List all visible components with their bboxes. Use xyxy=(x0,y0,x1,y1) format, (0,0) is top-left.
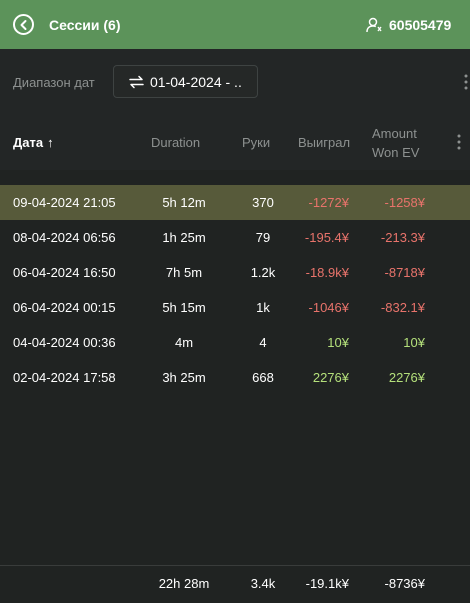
column-header-hands[interactable]: Руки xyxy=(242,135,270,150)
column-header-date-label: Дата xyxy=(13,135,44,150)
column-header-amount-won-ev-line1: Amount xyxy=(372,126,417,141)
cell-hands: 1k xyxy=(256,300,270,315)
cell-won: 2276¥ xyxy=(312,370,349,385)
cell-date: 04-04-2024 00:36 xyxy=(13,335,116,350)
cell-won: -1272¥ xyxy=(308,195,349,210)
total-duration: 22h 28m xyxy=(158,576,210,591)
cell-duration: 3h 25m xyxy=(162,370,206,385)
cell-amount-won-ev: -213.3¥ xyxy=(380,230,425,245)
cell-duration: 1h 25m xyxy=(162,230,206,245)
user-id: 60505479 xyxy=(389,17,452,33)
swap-arrows-icon xyxy=(129,75,144,89)
column-header-amount-won-ev[interactable]: Amount Won EV xyxy=(372,124,419,162)
total-won: -19.1k¥ xyxy=(305,576,349,591)
total-hands: 3.4k xyxy=(250,576,276,591)
column-header-date[interactable]: Дата ↑ xyxy=(13,135,54,150)
cell-won: -195.4¥ xyxy=(304,230,349,245)
cell-hands: 668 xyxy=(252,370,274,385)
table-row[interactable]: 04-04-2024 00:36 4m 4 10¥ 10¥ xyxy=(0,325,470,360)
cell-date: 06-04-2024 16:50 xyxy=(13,265,116,280)
cell-amount-won-ev: 2276¥ xyxy=(388,370,425,385)
column-menu-icon[interactable] xyxy=(455,132,463,152)
column-header-duration[interactable]: Duration xyxy=(151,135,200,150)
cell-amount-won-ev: 10¥ xyxy=(403,335,425,350)
cell-won: -1046¥ xyxy=(308,300,349,315)
page-title: Сессии (6) xyxy=(49,17,121,33)
filter-more-icon[interactable] xyxy=(462,72,470,92)
total-amount-won-ev: -8736¥ xyxy=(384,576,425,591)
cell-date: 08-04-2024 06:56 xyxy=(13,230,116,245)
sort-up-icon: ↑ xyxy=(47,135,54,150)
cell-date: 09-04-2024 21:05 xyxy=(13,195,116,210)
cell-amount-won-ev: -1258¥ xyxy=(384,195,425,210)
cell-hands: 370 xyxy=(252,195,274,210)
cell-hands: 79 xyxy=(255,230,271,245)
cell-amount-won-ev: -832.1¥ xyxy=(380,300,425,315)
cell-hands: 1.2k xyxy=(250,265,276,280)
cell-duration: 4m xyxy=(174,335,194,350)
date-range-button[interactable]: 01-04-2024 - .. xyxy=(113,65,258,98)
cell-duration: 5h 12m xyxy=(162,195,206,210)
cell-won: 10¥ xyxy=(327,335,349,350)
table-row[interactable]: 08-04-2024 06:56 1h 25m 79 -195.4¥ -213.… xyxy=(0,220,470,255)
table-row[interactable]: 02-04-2024 17:58 3h 25m 668 2276¥ 2276¥ xyxy=(0,360,470,395)
cell-date: 02-04-2024 17:58 xyxy=(13,370,116,385)
column-header-amount-won-ev-line2: Won EV xyxy=(372,145,420,160)
app-header: Сессии (6) 60505479 xyxy=(0,0,470,49)
table-body: 09-04-2024 21:05 5h 12m 370 -1272¥ -1258… xyxy=(0,170,470,565)
column-header-won[interactable]: Выиграл xyxy=(298,135,350,150)
cell-hands: 4 xyxy=(259,335,267,350)
table-row[interactable]: 06-04-2024 16:50 7h 5m 1.2k -18.9k¥ -871… xyxy=(0,255,470,290)
cell-won: -18.9k¥ xyxy=(305,265,349,280)
date-range-label: Диапазон дат xyxy=(13,75,95,90)
table-row[interactable]: 06-04-2024 00:15 5h 15m 1k -1046¥ -832.1… xyxy=(0,290,470,325)
cell-date: 06-04-2024 00:15 xyxy=(13,300,116,315)
cell-duration: 5h 15m xyxy=(162,300,206,315)
cell-duration: 7h 5m xyxy=(165,265,203,280)
cell-amount-won-ev: -8718¥ xyxy=(384,265,425,280)
back-icon[interactable] xyxy=(13,14,34,35)
table-row[interactable]: 09-04-2024 21:05 5h 12m 370 -1272¥ -1258… xyxy=(0,185,470,220)
date-range-value: 01-04-2024 - .. xyxy=(150,74,242,90)
user-icon xyxy=(366,17,382,33)
